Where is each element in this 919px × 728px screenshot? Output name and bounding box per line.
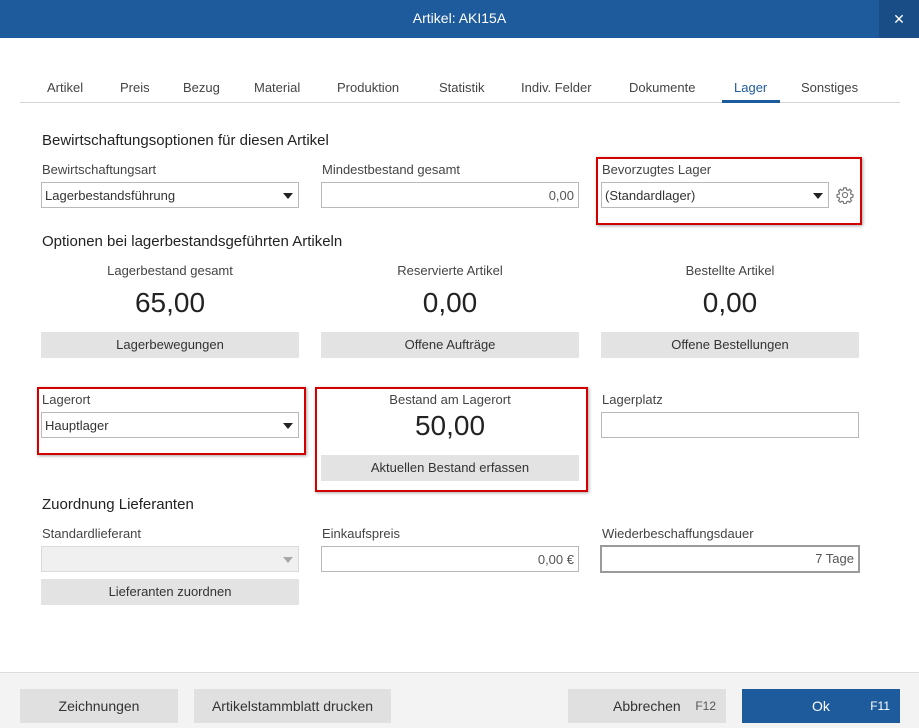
tab-produktion[interactable]: Produktion [337, 80, 399, 95]
chevron-down-icon [283, 557, 293, 563]
mindestbestand-input[interactable]: 0,00 [321, 182, 579, 208]
mindestbestand-label: Mindestbestand gesamt [322, 162, 461, 177]
lagerplatz-input[interactable] [601, 412, 859, 438]
tab-indiv-felder[interactable]: Indiv. Felder [521, 80, 592, 95]
wiederbeschaffungsdauer-label: Wiederbeschaffungsdauer [602, 526, 754, 541]
offene-auftraege-button[interactable]: Offene Aufträge [321, 332, 579, 358]
ok-shortcut: F11 [870, 699, 890, 713]
einkaufspreis-input[interactable]: 0,00 € [321, 546, 579, 572]
close-icon[interactable]: ✕ [879, 0, 919, 38]
bevorzugtes-lager-value: (Standardlager) [605, 188, 696, 203]
abbrechen-shortcut: F12 [695, 699, 716, 713]
standardlieferant-label: Standardlieferant [42, 526, 142, 541]
section-heading-bewirtschaftung: Bewirtschaftungsoptionen für diesen Arti… [42, 132, 329, 149]
standardlieferant-select [41, 546, 299, 572]
bewirtschaftungsart-select[interactable]: Lagerbestandsführung [41, 182, 299, 208]
reservierte-artikel-label: Reservierte Artikel [397, 263, 503, 278]
aktuellen-bestand-erfassen-button[interactable]: Aktuellen Bestand erfassen [321, 455, 579, 481]
artikelstammblatt-drucken-button[interactable]: Artikelstammblatt drucken [194, 689, 391, 723]
lagerort-label: Lagerort [42, 392, 91, 407]
chevron-down-icon [283, 423, 293, 429]
reservierte-artikel-value: 0,00 [422, 287, 478, 318]
ok-button[interactable]: Ok F11 [742, 689, 900, 723]
bestellte-artikel-label: Bestellte Artikel [685, 263, 775, 278]
lagerplatz-label: Lagerplatz [602, 392, 663, 407]
abbrechen-label: Abbrechen [613, 698, 681, 714]
active-tab-indicator [722, 100, 780, 103]
lagerbewegungen-button[interactable]: Lagerbewegungen [41, 332, 299, 358]
tab-bezug[interactable]: Bezug [183, 80, 220, 95]
tab-dokumente[interactable]: Dokumente [629, 80, 695, 95]
bevorzugtes-lager-select[interactable]: (Standardlager) [601, 182, 829, 208]
tab-preis[interactable]: Preis [120, 80, 150, 95]
lagerort-value: Hauptlager [45, 418, 109, 433]
chevron-down-icon [813, 193, 823, 199]
offene-bestellungen-button[interactable]: Offene Bestellungen [601, 332, 859, 358]
lagerbestand-gesamt-label: Lagerbestand gesamt [107, 263, 233, 278]
window-title: Artikel: AKI15A [412, 10, 507, 26]
lieferanten-zuordnen-button[interactable]: Lieferanten zuordnen [41, 579, 299, 605]
zeichnungen-button[interactable]: Zeichnungen [20, 689, 178, 723]
bestand-am-lagerort-label: Bestand am Lagerort [389, 392, 511, 407]
tab-material[interactable]: Material [254, 80, 300, 95]
section-heading-optionen: Optionen bei lagerbestandsgeführten Arti… [42, 233, 343, 250]
tab-lager[interactable]: Lager [734, 80, 767, 95]
bewirtschaftungsart-value: Lagerbestandsführung [45, 188, 176, 203]
bestand-am-lagerort-value: 50,00 [414, 410, 486, 441]
tab-statistik[interactable]: Statistik [439, 80, 485, 95]
dialog-footer: Zeichnungen Artikelstammblatt drucken Ab… [0, 672, 919, 728]
tab-sonstiges[interactable]: Sonstiges [801, 80, 858, 95]
einkaufspreis-label: Einkaufspreis [322, 526, 401, 541]
artikelstammblatt-label: Artikelstammblatt drucken [211, 698, 374, 714]
gear-icon[interactable] [836, 186, 854, 204]
tab-bar: Artikel Preis Bezug Material Produktion … [20, 72, 900, 103]
bevorzugtes-lager-label: Bevorzugtes Lager [602, 162, 712, 177]
lagerort-select[interactable]: Hauptlager [41, 412, 299, 438]
zeichnungen-label: Zeichnungen [58, 698, 140, 714]
tab-artikel[interactable]: Artikel [47, 80, 83, 95]
wiederbeschaffungsdauer-input[interactable]: 7 Tage [600, 545, 860, 573]
ok-label: Ok [812, 698, 830, 714]
section-heading-lieferanten: Zuordnung Lieferanten [42, 496, 194, 513]
abbrechen-button[interactable]: Abbrechen F12 [568, 689, 726, 723]
bestellte-artikel-value: 0,00 [702, 287, 758, 318]
lagerbestand-gesamt-value: 65,00 [134, 287, 206, 318]
bewirtschaftungsart-label: Bewirtschaftungsart [42, 162, 157, 177]
chevron-down-icon [283, 193, 293, 199]
title-bar: Artikel: AKI15A ✕ [0, 0, 919, 38]
